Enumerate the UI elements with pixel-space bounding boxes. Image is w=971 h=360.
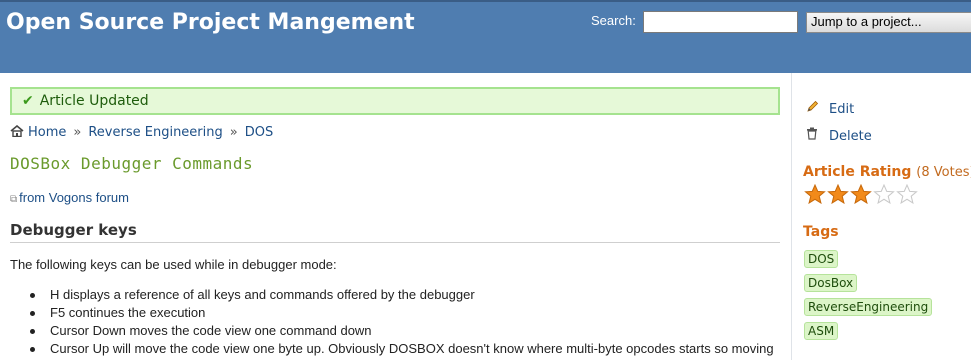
flash-text: Article Updated bbox=[39, 93, 149, 109]
edit-label[interactable]: Edit bbox=[829, 102, 854, 117]
checkmark-icon: ✔ bbox=[22, 93, 34, 109]
tag-reverseengineering[interactable]: ReverseEngineering bbox=[804, 298, 933, 316]
site-header: Open Source Project Mangement Search: Ju… bbox=[0, 0, 971, 73]
rating-stars[interactable] bbox=[804, 184, 919, 204]
list-item-text: Cursor Up will move the code view one by… bbox=[50, 341, 774, 356]
breadcrumb-separator: » bbox=[73, 125, 82, 140]
edit-action[interactable]: Edit bbox=[806, 100, 854, 117]
tag-dos[interactable]: DOS bbox=[804, 250, 839, 268]
intro-text: The following keys can be used while in … bbox=[10, 257, 337, 272]
flash-message: ✔ Article Updated bbox=[10, 87, 780, 115]
source-link[interactable]: ⧉ from Vogons forum bbox=[10, 190, 129, 205]
tags-title: Tags bbox=[803, 224, 839, 240]
sidebar: Edit Delete Article Rating (8 Votes) Tag… bbox=[791, 73, 971, 360]
star-filled-icon[interactable] bbox=[850, 184, 872, 204]
rating-title-text: Article Rating bbox=[803, 164, 912, 180]
site-title[interactable]: Open Source Project Mangement bbox=[6, 10, 415, 35]
home-icon bbox=[10, 124, 24, 138]
delete-action[interactable]: Delete bbox=[806, 127, 872, 144]
star-filled-icon[interactable] bbox=[804, 184, 826, 204]
list-item: Cursor Down moves the code view one comm… bbox=[30, 322, 780, 340]
source-link-text[interactable]: from Vogons forum bbox=[19, 190, 129, 205]
list-item: Cursor Up will move the code view one by… bbox=[30, 340, 780, 358]
list-item-text: Cursor Down moves the code view one comm… bbox=[50, 323, 372, 338]
list-item-text: H displays a reference of all keys and c… bbox=[50, 287, 475, 302]
breadcrumb-separator: » bbox=[229, 125, 238, 140]
rating-title: Article Rating (8 Votes) bbox=[803, 164, 971, 180]
debugger-keys-list: H displays a reference of all keys and c… bbox=[30, 286, 780, 358]
bullet-icon bbox=[30, 347, 35, 352]
bullet-icon bbox=[30, 311, 35, 316]
tag-asm[interactable]: ASM bbox=[804, 322, 839, 340]
bullet-icon bbox=[30, 293, 35, 298]
star-filled-icon[interactable] bbox=[827, 184, 849, 204]
jump-to-project-select[interactable]: Jump to a project... bbox=[806, 12, 971, 33]
list-item: F5 continues the execution bbox=[30, 304, 780, 322]
trash-icon bbox=[806, 127, 820, 144]
pencil-icon bbox=[806, 100, 820, 117]
search-input[interactable] bbox=[643, 11, 798, 33]
external-link-icon: ⧉ bbox=[10, 194, 18, 205]
breadcrumb-dos[interactable]: DOS bbox=[245, 125, 274, 140]
article-title: DOSBox Debugger Commands bbox=[10, 154, 254, 173]
list-item-text: F5 continues the execution bbox=[50, 305, 206, 320]
section-heading: Debugger keys bbox=[10, 221, 780, 243]
list-item: H displays a reference of all keys and c… bbox=[30, 286, 780, 304]
breadcrumb-reverse-engineering[interactable]: Reverse Engineering bbox=[88, 125, 222, 140]
tag-dosbox[interactable]: DosBox bbox=[804, 274, 858, 292]
bullet-icon bbox=[30, 329, 35, 334]
delete-label[interactable]: Delete bbox=[829, 129, 872, 144]
rating-votes: (8 Votes) bbox=[916, 165, 971, 180]
star-empty-icon[interactable] bbox=[873, 184, 895, 204]
main-content: ✔ Article Updated Home » Reverse Engineerin… bbox=[0, 73, 791, 360]
search-label: Search: bbox=[591, 13, 636, 28]
star-empty-icon[interactable] bbox=[896, 184, 918, 204]
breadcrumb-home[interactable]: Home bbox=[28, 125, 66, 140]
breadcrumb: Home » Reverse Engineering » DOS bbox=[10, 124, 274, 140]
